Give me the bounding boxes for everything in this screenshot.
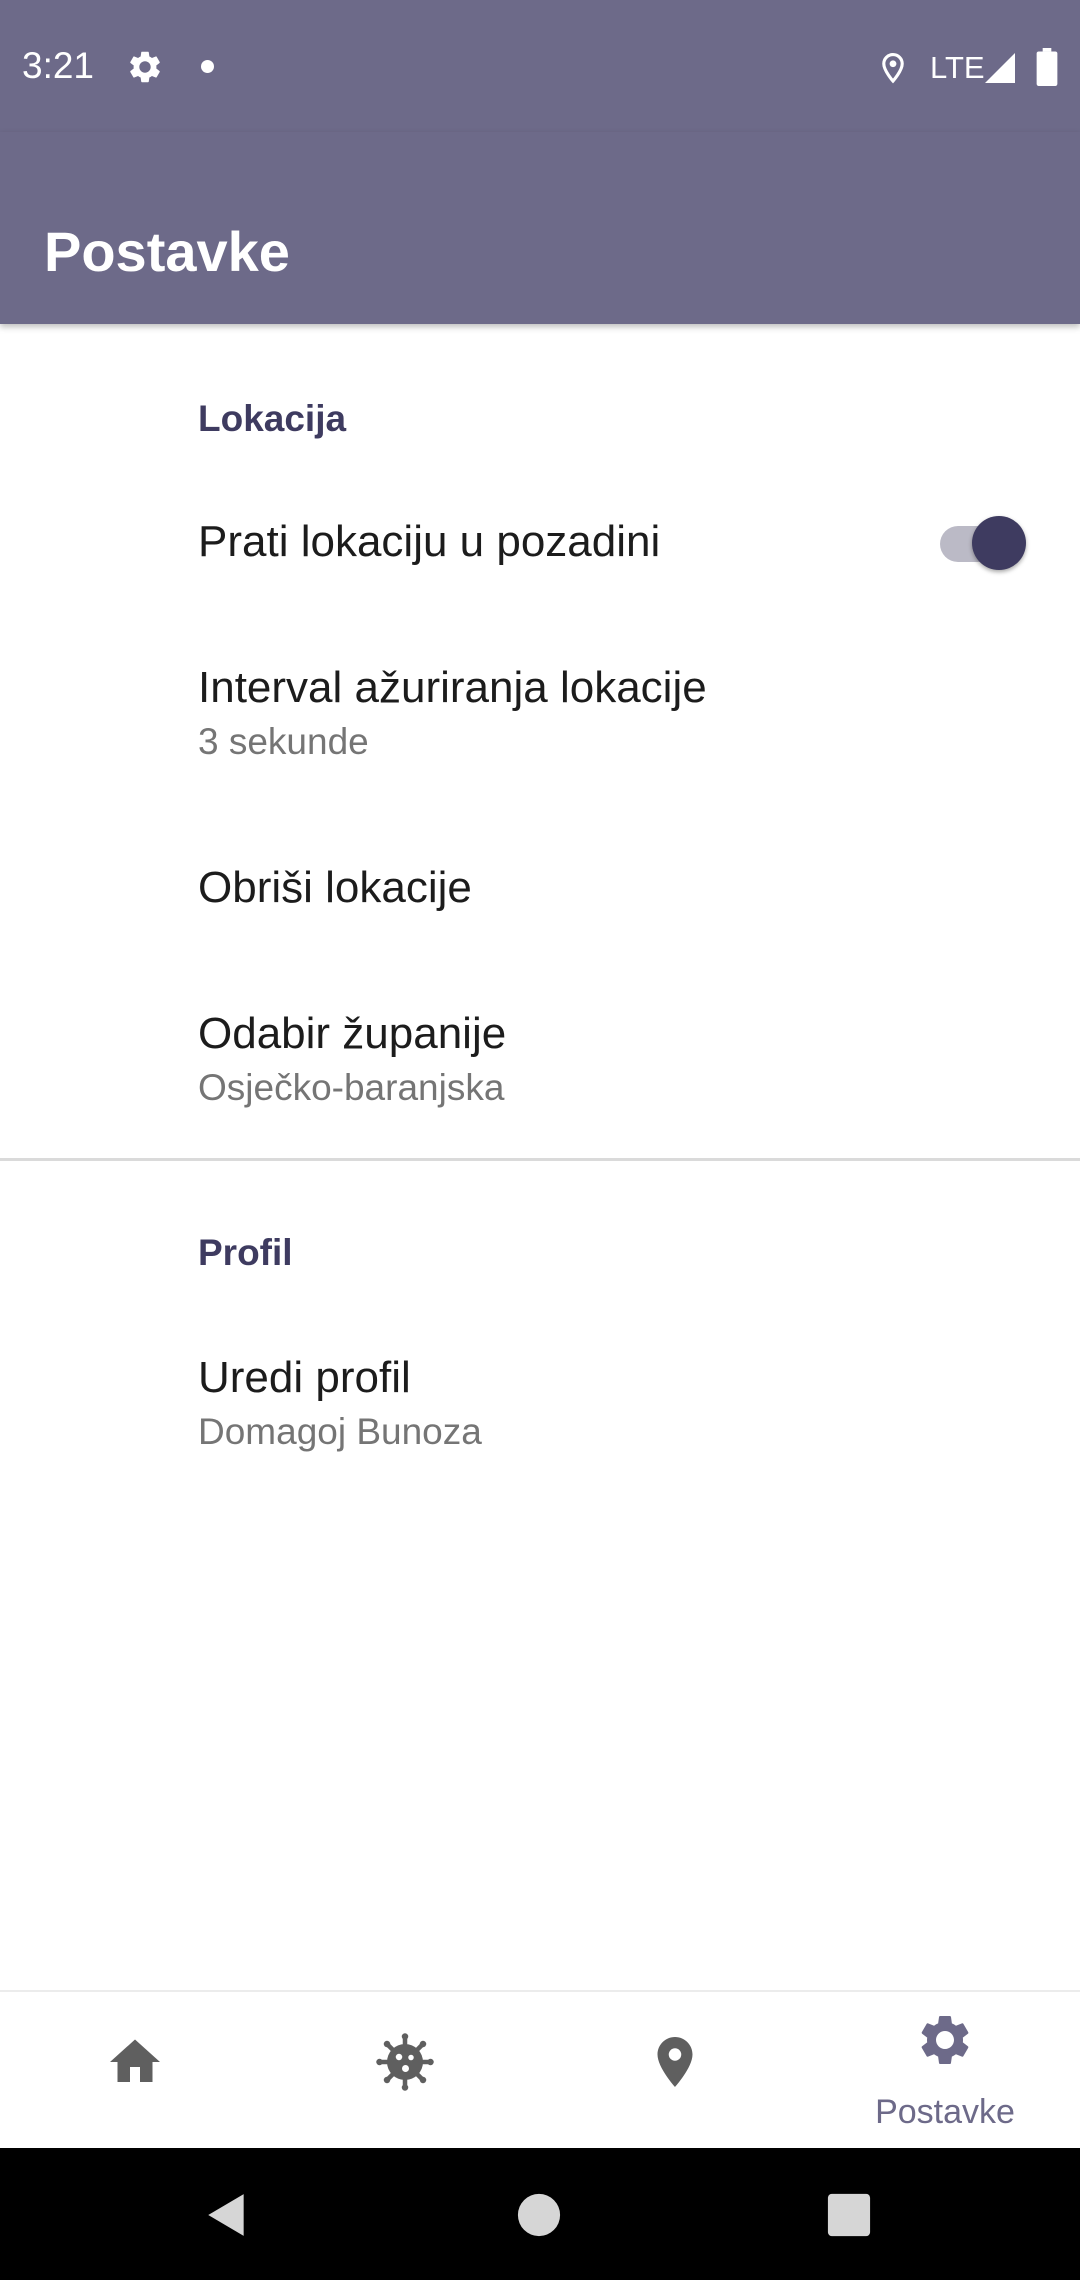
nav-item-settings[interactable]: Postavke xyxy=(810,1992,1080,2150)
recents-icon[interactable] xyxy=(826,2192,872,2238)
pref-title: Obriši lokacije xyxy=(198,863,472,912)
pref-title: Odabir županije xyxy=(198,1009,507,1058)
nav-item-home[interactable] xyxy=(0,1992,270,2150)
pref-summary: Domagoj Bunoza xyxy=(198,1411,482,1452)
bottom-navigation: Postavke xyxy=(0,1990,1080,2150)
map-pin-icon xyxy=(657,2037,693,2087)
nav-item-virus[interactable] xyxy=(270,1992,540,2150)
pref-update-interval[interactable]: Interval ažuriranja lokacije 3 sekunde xyxy=(0,636,1080,786)
system-navigation-bar xyxy=(0,2148,1080,2280)
nav-label-settings: Postavke xyxy=(875,2093,1015,2131)
toggle-thumb xyxy=(972,516,1026,570)
status-bar: 3:21 LTE xyxy=(0,0,1080,132)
notification-dot-icon xyxy=(201,60,214,73)
section-header-profile: Profil xyxy=(198,1232,293,1273)
pref-summary: Osječko-baranjska xyxy=(198,1067,505,1108)
signal-icon xyxy=(985,53,1015,83)
page-title: Postavke xyxy=(44,220,290,283)
section-divider xyxy=(0,1158,1080,1161)
track-background-toggle[interactable] xyxy=(936,508,1028,572)
pref-county[interactable]: Odabir županije Osječko-baranjska xyxy=(0,982,1080,1132)
pref-title: Prati lokaciju u pozadini xyxy=(198,517,661,566)
status-time: 3:21 xyxy=(22,45,95,86)
pref-summary: 3 sekunde xyxy=(198,721,369,762)
virus-icon xyxy=(376,2033,434,2091)
location-icon xyxy=(882,52,904,84)
pref-title: Interval ažuriranja lokacije xyxy=(198,663,707,712)
network-type: LTE xyxy=(930,50,985,85)
gear-icon xyxy=(130,51,160,83)
pref-edit-profile[interactable]: Uredi profil Domagoj Bunoza xyxy=(0,1326,1080,1476)
pref-delete-locations[interactable]: Obriši lokacije xyxy=(0,822,1080,952)
nav-item-map[interactable] xyxy=(540,1992,810,2150)
pref-track-background[interactable]: Prati lokaciju u pozadini xyxy=(0,478,1080,606)
app-bar: Postavke xyxy=(0,132,1080,324)
pref-title: Uredi profil xyxy=(198,1353,411,1402)
battery-icon xyxy=(1036,48,1058,86)
section-header-location: Lokacija xyxy=(198,398,347,439)
home-button-icon[interactable] xyxy=(516,2192,562,2238)
back-icon[interactable] xyxy=(202,2190,252,2240)
gear-icon xyxy=(921,2015,969,2064)
home-icon xyxy=(110,2039,160,2082)
